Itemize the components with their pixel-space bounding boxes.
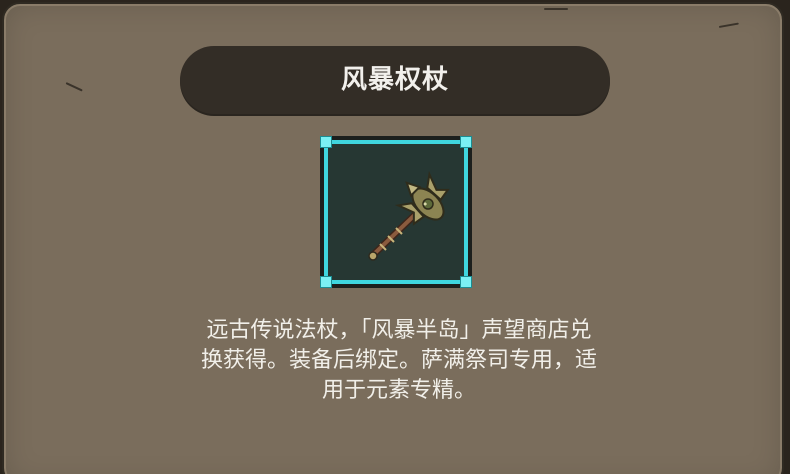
item-name-banner: 风暴权杖	[180, 46, 610, 114]
item-name: 风暴权杖	[340, 65, 449, 95]
frame-corner-bottom-left	[320, 276, 332, 288]
panel-scratch	[544, 8, 568, 10]
description-line: 用于元素专精。	[321, 378, 476, 403]
frame-corner-bottom-right	[460, 276, 472, 288]
description-line: 换获得。装备后绑定。萨满祭司专用，适	[200, 348, 597, 373]
frame-corner-top-right	[460, 136, 472, 148]
item-description: 远古传说法杖，「风暴半岛」声望商店兑 换获得。装备后绑定。萨满祭司专用，适 用于…	[114, 316, 684, 406]
frame-corner-top-left	[320, 136, 332, 148]
tooltip-stage: 风暴权杖 远古传说法杖，「风暴半岛」声望商店兑 换获得。装备后绑定。萨满祭司专用…	[0, 0, 790, 474]
item-tooltip-panel: 风暴权杖 远古传说法杖，「风暴半岛」声望商店兑 换获得。装备后绑定。萨满祭司专用…	[2, 2, 784, 474]
item-icon-frame	[324, 140, 468, 284]
panel-scratch	[65, 82, 83, 92]
description-line: 远古传说法杖，「风暴半岛」声望商店兑	[206, 318, 592, 343]
staff-icon	[368, 170, 450, 261]
panel-scratch	[718, 22, 739, 28]
item-icon-slot[interactable]	[320, 136, 472, 288]
